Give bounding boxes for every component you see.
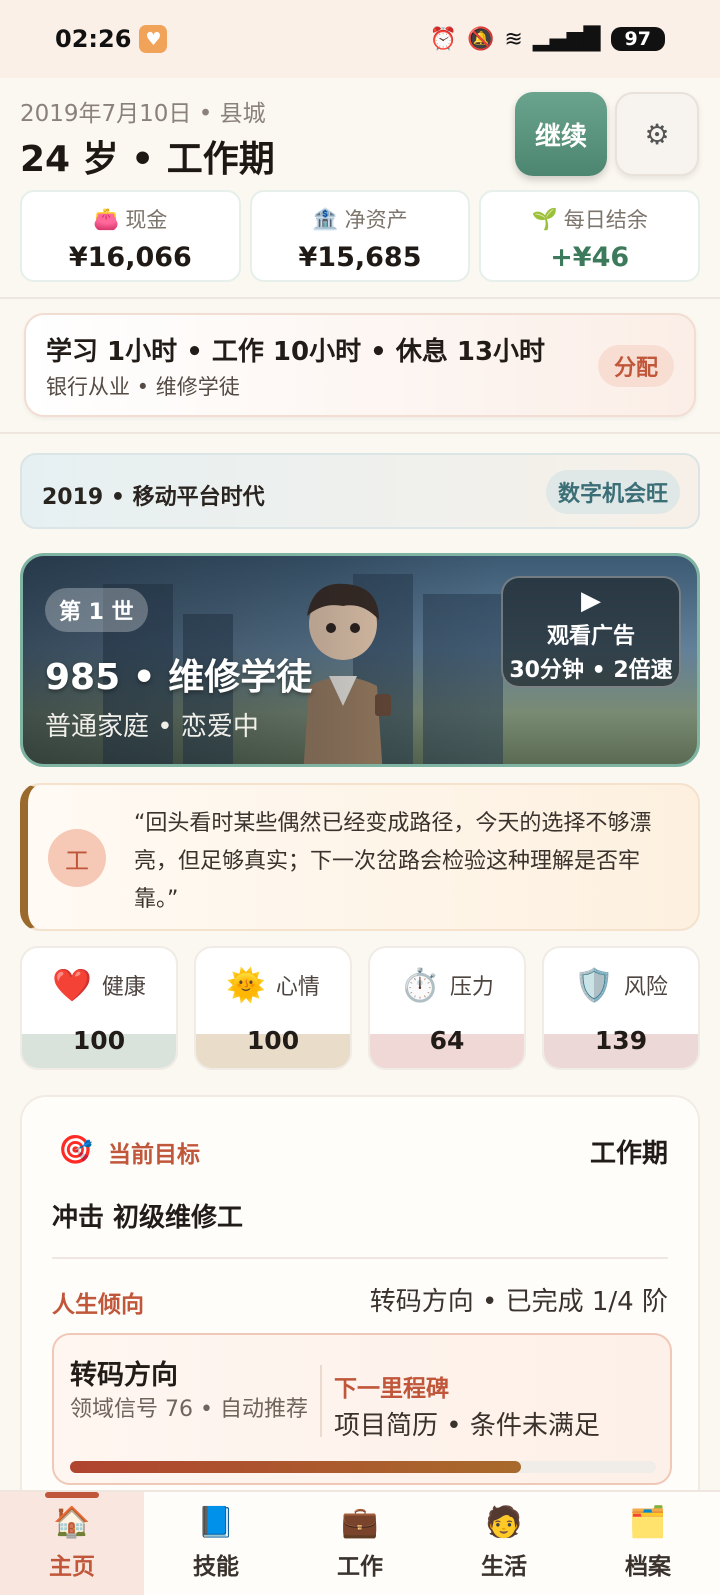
stat-value: ¥16,066 bbox=[68, 242, 192, 273]
metric-value: 100 bbox=[72, 1026, 126, 1055]
book-icon: 📘 bbox=[197, 1504, 235, 1540]
metric-value: 139 bbox=[594, 1026, 648, 1055]
wifi-icon: ≋ bbox=[504, 26, 523, 52]
archive-icon: 🗂️ bbox=[629, 1504, 667, 1540]
ad-sublabel: 30分钟 • 2倍速 bbox=[509, 658, 673, 683]
metrics-row: ❤️ 健康 100 🌞 心情 100 ⏱️ 压力 64 🛡️ 风险 139 bbox=[20, 946, 700, 1070]
header: 2019年7月10日 • 县城 24 岁 • 工作期 继续 ⚙ 👛 现金 ¥16,… bbox=[0, 78, 720, 298]
bottom-nav: 🏠 主页 📘 技能 💼 工作 🧑 生活 🗂️ 档案 bbox=[0, 1490, 720, 1595]
stat-value: +¥46 bbox=[550, 242, 630, 273]
heart-icon: ❤️ bbox=[52, 966, 92, 1004]
shield-icon: 🛡️ bbox=[574, 966, 614, 1004]
divider bbox=[0, 297, 720, 299]
metric-label: 心情 bbox=[275, 975, 320, 1000]
life-badge: 第 1 世 bbox=[45, 588, 148, 632]
metric-label: 健康 bbox=[101, 975, 146, 1000]
stats-row: 👛 现金 ¥16,066 🏦 净资产 ¥15,685 🌱 每日结余 +¥46 bbox=[20, 190, 701, 282]
settings-button[interactable]: ⚙ bbox=[615, 92, 699, 176]
stopwatch-icon: ⏱️ bbox=[400, 966, 440, 1004]
life-trend-status: 转码方向 • 已完成 1/4 阶 bbox=[369, 1287, 668, 1317]
quote-avatar: 工 bbox=[48, 829, 106, 887]
quote-text: “回头看时某些偶然已经变成路径，今天的选择不够漂亮，但足够真实；下一次岔路会检验… bbox=[134, 811, 652, 912]
metric-value: 64 bbox=[429, 1026, 465, 1055]
sprout-icon: 🌱 bbox=[531, 206, 558, 231]
allocate-button[interactable]: 分配 bbox=[598, 345, 674, 387]
metric-label: 压力 bbox=[449, 975, 494, 1000]
stat-label: 现金 bbox=[125, 208, 168, 232]
metric-value: 100 bbox=[246, 1026, 300, 1055]
watch-ad-button[interactable]: ▶ 观看广告 30分钟 • 2倍速 bbox=[501, 576, 681, 688]
status-icons: ⏰ 🔕 ≋ ▂▄▆█ 97 bbox=[430, 27, 665, 52]
nav-home[interactable]: 🏠 主页 bbox=[0, 1492, 144, 1595]
time-allocation-card: 学习 1小时 • 工作 10小时 • 休息 13小时 银行从业 • 维修学徒 分… bbox=[24, 313, 696, 417]
era-text: 2019 • 移动平台时代 bbox=[42, 485, 265, 510]
milestone-title: 下一里程碑 bbox=[334, 1376, 449, 1402]
life-trend-title: 人生倾向 bbox=[52, 1292, 144, 1318]
divider bbox=[52, 1257, 668, 1259]
goal-target: 冲击 初级维修工 bbox=[52, 1203, 244, 1233]
wallet-icon: 👛 bbox=[93, 206, 120, 231]
stat-label: 净资产 bbox=[344, 208, 408, 232]
metric-risk[interactable]: 🛡️ 风险 139 bbox=[542, 946, 700, 1070]
status-time: 02:26 bbox=[55, 25, 132, 53]
era-banner: 2019 • 移动平台时代 数字机会旺 bbox=[20, 453, 700, 529]
metric-stress[interactable]: ⏱️ 压力 64 bbox=[368, 946, 526, 1070]
direction-subtitle: 领域信号 76 • 自动推荐 bbox=[70, 1397, 308, 1422]
character-hero-card[interactable]: 第 1 世 985 • 维修学徒 普通家庭 • 恋爱中 ▶ 观看广告 30分钟 … bbox=[20, 553, 700, 767]
nav-label: 档案 bbox=[625, 1553, 671, 1580]
allocation-roles: 银行从业 • 维修学徒 bbox=[46, 375, 240, 399]
stat-daily-balance: 🌱 每日结余 +¥46 bbox=[479, 190, 701, 282]
continue-button[interactable]: 继续 bbox=[515, 92, 607, 176]
direction-title: 转码方向 bbox=[70, 1360, 178, 1391]
signal-icon: ▂▄▆█ bbox=[532, 26, 601, 52]
target-notebook-icon: 🎯 bbox=[58, 1133, 93, 1166]
divider bbox=[0, 432, 720, 434]
status-time-group: 02:26 ♥ bbox=[55, 25, 168, 53]
nav-work[interactable]: 💼 工作 bbox=[288, 1492, 432, 1595]
progress-track bbox=[70, 1461, 656, 1473]
metric-health[interactable]: ❤️ 健康 100 bbox=[20, 946, 178, 1070]
hero-subtitle: 普通家庭 • 恋爱中 bbox=[45, 712, 259, 742]
reflection-quote-card: 工 “回头看时某些偶然已经变成路径，今天的选择不够漂亮，但足够真实；下一次岔路会… bbox=[20, 783, 700, 931]
video-icon: ▶ bbox=[581, 586, 601, 616]
home-icon: 🏠 bbox=[53, 1504, 91, 1540]
gear-icon: ⚙ bbox=[644, 117, 670, 151]
stat-cash: 👛 现金 ¥16,066 bbox=[20, 190, 241, 282]
allocation-hours: 学习 1小时 • 工作 10小时 • 休息 13小时 bbox=[46, 337, 546, 367]
status-bar: 02:26 ♥ ⏰ 🔕 ≋ ▂▄▆█ 97 bbox=[0, 0, 720, 78]
alarm-icon: ⏰ bbox=[429, 26, 458, 52]
milestone-text: 项目简历 • 条件未满足 bbox=[334, 1411, 600, 1441]
heart-app-icon: ♥ bbox=[139, 25, 168, 53]
goal-title: 当前目标 bbox=[108, 1142, 200, 1168]
metric-mood[interactable]: 🌞 心情 100 bbox=[194, 946, 352, 1070]
nav-life[interactable]: 🧑 生活 bbox=[432, 1492, 576, 1595]
nav-skills[interactable]: 📘 技能 bbox=[144, 1492, 288, 1595]
nav-label: 主页 bbox=[49, 1553, 95, 1580]
era-badge: 数字机会旺 bbox=[545, 470, 680, 514]
ad-label: 观看广告 bbox=[546, 624, 635, 649]
stat-label: 每日结余 bbox=[563, 208, 648, 232]
bank-icon: 🏦 bbox=[312, 206, 339, 231]
stat-net-assets: 🏦 净资产 ¥15,685 bbox=[249, 190, 471, 282]
metric-label: 风险 bbox=[623, 975, 668, 1000]
mute-bell-icon: 🔕 bbox=[467, 26, 495, 52]
stat-value: ¥15,685 bbox=[298, 242, 422, 273]
divider bbox=[320, 1365, 322, 1437]
progress-fill bbox=[70, 1461, 522, 1473]
sun-icon: 🌞 bbox=[226, 966, 266, 1004]
page-title: 24 岁 • 工作期 bbox=[20, 139, 275, 180]
nav-label: 技能 bbox=[193, 1553, 239, 1580]
date-location: 2019年7月10日 • 县城 bbox=[20, 101, 266, 127]
battery-indicator: 97 bbox=[610, 27, 665, 51]
briefcase-icon: 💼 bbox=[341, 1504, 379, 1540]
person-icon: 🧑 bbox=[485, 1504, 523, 1540]
nav-archive[interactable]: 🗂️ 档案 bbox=[576, 1492, 720, 1595]
hero-title: 985 • 维修学徒 bbox=[45, 657, 313, 698]
nav-label: 工作 bbox=[337, 1553, 383, 1580]
current-goal-card: 🎯 当前目标 工作期 冲击 初级维修工 人生倾向 转码方向 • 已完成 1/4 … bbox=[20, 1095, 700, 1515]
direction-card[interactable]: 转码方向 领域信号 76 • 自动推荐 下一里程碑 项目简历 • 条件未满足 bbox=[52, 1333, 672, 1485]
nav-label: 生活 bbox=[481, 1553, 527, 1580]
goal-stage: 工作期 bbox=[589, 1139, 668, 1169]
